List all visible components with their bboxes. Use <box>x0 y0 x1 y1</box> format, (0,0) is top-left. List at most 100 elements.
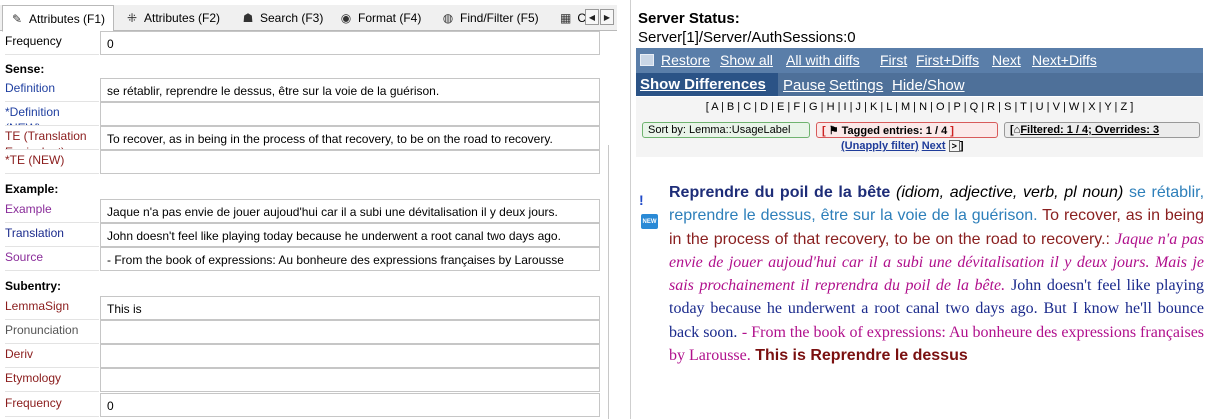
new-badge-icon: NEW <box>641 214 658 229</box>
field-label: *TE (NEW) <box>5 152 99 174</box>
dictionary-entry: Reprendre du poil de la bête (idiom, adj… <box>669 181 1204 367</box>
field-label: Etymology <box>5 370 99 392</box>
field-row-lemmasign: LemmaSign This is <box>0 296 604 320</box>
tab-scroll-left-button[interactable]: ◀ <box>585 9 599 25</box>
field-label: Definition <box>5 80 99 102</box>
te-new-input[interactable] <box>100 150 600 174</box>
entry-headword: Reprendre du poil de la bête <box>669 184 891 201</box>
funnel-icon: [⌂ <box>1010 124 1021 136</box>
tagged-count: Tagged entries: 1 / 4 <box>841 125 948 137</box>
unapply-filter-link[interactable]: (Unapply filter) <box>841 140 919 152</box>
field-row-deriv: Deriv <box>0 344 604 368</box>
deriv-input[interactable] <box>100 344 600 368</box>
field-row-frequency: Frequency 0 <box>0 31 604 55</box>
first-diffs-link[interactable]: First+Diffs <box>916 52 979 68</box>
toolbar-icon <box>640 54 654 66</box>
field-label: Source <box>5 249 99 271</box>
lemmasign-input[interactable]: This is <box>100 296 600 320</box>
restore-link[interactable]: Restore <box>661 52 710 68</box>
field-label: TE (Translation Equivalent) <box>5 128 99 150</box>
form-scrollbar[interactable] <box>608 145 609 419</box>
section-header-example: Example: <box>5 182 59 196</box>
source-input[interactable]: - From the book of expressions: Au bonhe… <box>100 247 600 271</box>
tab-find-filter-f5[interactable]: ◍ Find/Filter (F5) <box>434 7 550 29</box>
filter-icon: ◍ <box>442 11 454 25</box>
field-label: *Definition (NEW) <box>5 104 99 126</box>
definition-input[interactable]: se rétablir, reprendre le dessus, être s… <box>100 78 600 102</box>
bracket-close: ] <box>959 140 964 152</box>
translation-input[interactable]: John doesn't feel like playing today bec… <box>100 223 600 247</box>
field-row-te-new: *TE (NEW) <box>0 150 604 174</box>
field-row-te: TE (Translation Equivalent) To recover, … <box>0 126 604 150</box>
tab-label: Attributes (F1) <box>29 11 106 26</box>
field-label: Translation <box>5 225 99 247</box>
definition-new-input[interactable] <box>100 102 600 126</box>
tab-bar: ✎ Attributes (F1) ⁜ Attributes (F2) ☗ Se… <box>0 5 617 32</box>
settings-link[interactable]: Settings <box>829 77 883 94</box>
field-row-translation: Translation John doesn't feel like playi… <box>0 223 604 247</box>
next-filter-link[interactable]: Next <box>922 140 946 152</box>
edit-icon: ✎ <box>11 11 23 26</box>
eye-icon: ◉ <box>340 11 352 25</box>
tab-format-f4[interactable]: ◉ Format (F4) <box>332 7 432 29</box>
field-row-etymology: Etymology <box>0 368 604 392</box>
grid-icon: ⁜ <box>126 11 138 25</box>
entry-pos: (idiom, adjective, verb, pl noun) <box>896 184 1124 201</box>
first-link[interactable]: First <box>880 52 907 68</box>
example-input[interactable]: Jaque n'a pas envie de jouer aujoud'hui … <box>100 199 600 223</box>
field-label: Pronunciation <box>5 322 99 344</box>
navigation-toolbar: Restore Show all All with diffs First Fi… <box>636 48 1203 96</box>
bracket-close: ] <box>947 125 954 137</box>
section-header-sense: Sense: <box>5 62 45 76</box>
pause-link[interactable]: Pause <box>783 77 826 94</box>
field-label: LemmaSign <box>5 298 99 320</box>
tab-label: Format (F4) <box>358 11 422 25</box>
tag-icon: ⚑ <box>828 125 842 137</box>
tab-c[interactable]: ▦ C <box>552 7 586 29</box>
server-status-title: Server Status: <box>638 10 740 27</box>
tagged-entries-chip[interactable]: [ ⚑ Tagged entries: 1 / 4 ] <box>816 122 998 138</box>
etymology-input[interactable] <box>100 368 600 392</box>
preview-panel: Server Status: Server[1]/Server/AuthSess… <box>630 0 1220 419</box>
show-all-link[interactable]: Show all <box>720 52 773 68</box>
filter-bar: Sort by: Lemma::UsageLabel [ ⚑ Tagged en… <box>636 119 1203 157</box>
frequency-input[interactable]: 0 <box>100 31 600 55</box>
attribute-form: Frequency 0 Sense: Definition se rétabli… <box>0 31 604 419</box>
tab-label: Search (F3) <box>260 11 324 25</box>
pronunciation-input[interactable] <box>100 320 600 344</box>
filter-actions: (Unapply filter) Next >] <box>841 140 964 152</box>
binoculars-icon: ☗ <box>242 11 254 25</box>
alphabet-index[interactable]: [ A | B | C | D | E | F | G | H | I | J … <box>636 97 1203 119</box>
field-label: Frequency <box>5 33 99 55</box>
field-label: Example <box>5 201 99 223</box>
field-label: Frequency <box>5 395 99 417</box>
tab-attributes-f2[interactable]: ⁜ Attributes (F2) <box>118 7 230 29</box>
show-differences-link[interactable]: Show Differences <box>640 76 766 93</box>
tab-attributes-f1[interactable]: ✎ Attributes (F1) <box>2 5 114 32</box>
field-row-definition: Definition se rétablir, reprendre le des… <box>0 78 604 102</box>
table-icon: ▦ <box>559 11 572 25</box>
tab-scroll-right-button[interactable]: ▶ <box>600 9 614 25</box>
tab-label: Find/Filter (F5) <box>460 11 539 25</box>
frequency-bottom-input[interactable]: 0 <box>100 393 600 417</box>
all-with-diffs-link[interactable]: All with diffs <box>786 52 860 68</box>
server-path: Server[1]/Server/AuthSessions:0 <box>638 29 856 46</box>
tab-search-f3[interactable]: ☗ Search (F3) <box>234 7 330 29</box>
hide-show-link[interactable]: Hide/Show <box>892 77 965 94</box>
te-input[interactable]: To recover, as in being in the process o… <box>100 126 600 150</box>
field-row-frequency-bottom: Frequency 0 <box>0 393 604 417</box>
entry-warning-mark: ! <box>639 192 644 208</box>
tab-label: Attributes (F2) <box>144 11 221 25</box>
field-row-source: Source - From the book of expressions: A… <box>0 247 604 271</box>
section-header-subentry: Subentry: <box>5 279 62 293</box>
field-label: Deriv <box>5 346 99 368</box>
filter-count: Filtered: 1 / 4; Overrides: 3 <box>1020 124 1160 136</box>
next-arrow-icon[interactable]: > <box>948 140 960 152</box>
field-row-pronunciation: Pronunciation <box>0 320 604 344</box>
attributes-panel: ✎ Attributes (F1) ⁜ Attributes (F2) ☗ Se… <box>0 0 617 419</box>
next-diffs-link[interactable]: Next+Diffs <box>1032 52 1097 68</box>
filter-chip[interactable]: [⌂Filtered: 1 / 4; Overrides: 3 <box>1004 122 1200 138</box>
field-row-definition-new: *Definition (NEW) <box>0 102 604 126</box>
sort-chip[interactable]: Sort by: Lemma::UsageLabel <box>642 122 810 138</box>
next-link[interactable]: Next <box>992 52 1021 68</box>
